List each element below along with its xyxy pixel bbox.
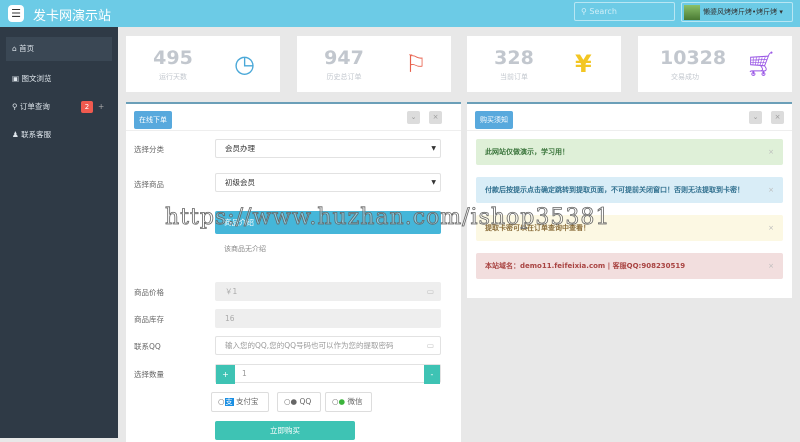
stat-card-success: 10328 交易成功 🛒︎ — [638, 36, 792, 92]
cart-icon: 🛒︎ — [746, 50, 777, 78]
menu-toggle-button[interactable]: ☰ — [8, 5, 24, 22]
sidebar-item-home[interactable]: ⌂ 首页 — [6, 37, 112, 61]
pay-alipay[interactable]: ○支 支付宝 — [211, 392, 269, 412]
stat-card-current-orders: 328 当前订单 ¥ — [467, 36, 621, 92]
panel-title: 在线下单 — [134, 111, 172, 129]
quantity-input[interactable]: 1 — [242, 369, 247, 378]
chevron-down-icon: ▾ — [779, 8, 783, 16]
notice-panel: 购买须知 ⌄ × 此网站仅做演示，学习用！ × 付款后按提示点击确定跳转到提取页面… — [467, 102, 792, 298]
close-icon[interactable]: × — [768, 177, 774, 203]
divider — [467, 130, 792, 131]
intro-bar: 商品介绍 — [215, 211, 441, 234]
pay-wechat[interactable]: ○● 微信 — [325, 392, 372, 412]
price-label: 商品价格 — [134, 288, 164, 297]
buy-now-button[interactable]: 立即购买 — [215, 421, 355, 440]
yen-icon: ¥ — [575, 50, 592, 78]
caret-down-icon: ▼ — [431, 179, 436, 186]
qq-penguin-icon: ● — [290, 397, 298, 406]
site-title: 发卡网演示站 — [33, 9, 112, 24]
stat-card-days: 495 运行天数 ◷ — [126, 36, 280, 92]
search-input[interactable]: ⚲ Search — [574, 2, 675, 21]
increase-button[interactable]: + — [216, 365, 235, 384]
search-icon: ⚲ — [12, 102, 20, 111]
clock-icon: ◷ — [234, 50, 255, 78]
category-select[interactable]: 会员办理 ▼ — [215, 139, 441, 158]
decrease-button[interactable]: - — [424, 365, 440, 384]
user-icon: ♟ — [12, 130, 22, 139]
quantity-stepper[interactable]: + 1 - — [215, 364, 441, 384]
close-button[interactable]: × — [771, 111, 784, 124]
qq-label: 联系QQ — [134, 342, 161, 351]
category-label: 选择分类 — [134, 145, 164, 154]
alert-danger: 本站域名：demo11.feifeixia.com | 客服QQ:9082305… — [476, 253, 783, 279]
avatar — [684, 5, 700, 20]
sidebar-item-support[interactable]: ♟ 联系客服 — [6, 123, 112, 147]
collapse-button[interactable]: ⌄ — [749, 111, 762, 124]
alert-info: 付款后按提示点击确定跳转到提取页面，不可提前关闭窗口！否则无法提取到卡密！ × — [476, 177, 783, 203]
sidebar: ⌂ 首页 ▣ 图文浏览 ⚲ 订单查询 2 + ♟ 联系客服 — [0, 27, 118, 438]
alert-success: 此网站仅做演示，学习用！ × — [476, 139, 783, 165]
product-select[interactable]: 初级会员 ▼ — [215, 173, 441, 192]
close-icon[interactable]: × — [768, 215, 774, 241]
product-label: 选择商品 — [134, 180, 164, 189]
close-icon[interactable]: × — [768, 139, 774, 165]
top-header: ☰ 发卡网演示站 ⚲ Search 懒婆风烤烤斤烤•烤斤烤 ▾ — [0, 0, 800, 27]
tag-icon: ▭ — [426, 341, 434, 350]
price-field: ￥1 ▭ — [215, 282, 441, 301]
order-panel: 在线下单 ⌄ × 选择分类 会员办理 ▼ 选择商品 初级会员 ▼ 商品介绍 该商品无… — [126, 102, 461, 442]
flag-icon: ⚐ — [405, 50, 427, 78]
qq-input[interactable]: 输入您的QQ,您的QQ号码也可以作为您的提取密码 ▭ — [215, 336, 441, 355]
user-menu[interactable]: 懒婆风烤烤斤烤•烤斤烤 ▾ — [681, 2, 793, 22]
quantity-label: 选择数量 — [134, 370, 164, 379]
stock-field: 16 — [215, 309, 441, 328]
collapse-button[interactable]: ⌄ — [407, 111, 420, 124]
stat-card-total-orders: 947 历史总订单 ⚐ — [297, 36, 451, 92]
plus-icon: + — [98, 102, 105, 111]
tag-icon: ▭ — [426, 287, 434, 296]
sidebar-item-gallery[interactable]: ▣ 图文浏览 — [6, 67, 112, 91]
pay-qq[interactable]: ○● QQ — [277, 392, 321, 412]
close-button[interactable]: × — [429, 111, 442, 124]
alert-warning: 提取卡密可以在订单查询中查看！ × — [476, 215, 783, 241]
count-badge: 2 — [81, 101, 93, 113]
no-intro-text: 该商品无介绍 — [224, 245, 266, 253]
alipay-icon: 支 — [224, 398, 234, 406]
sidebar-item-order-query[interactable]: ⚲ 订单查询 2 + — [6, 95, 112, 119]
panel-title: 购买须知 — [475, 111, 513, 129]
stock-label: 商品库存 — [134, 315, 164, 324]
divider — [126, 130, 461, 131]
caret-down-icon: ▼ — [431, 145, 436, 152]
wechat-icon: ● — [338, 397, 346, 406]
close-icon[interactable]: × — [768, 253, 774, 279]
